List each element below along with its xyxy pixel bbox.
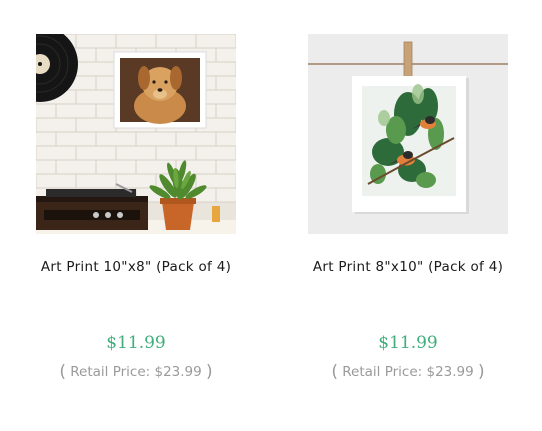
retail-price: ( Retail Price: $23.99 )	[16, 362, 256, 382]
retail-paren-close: )	[206, 362, 213, 382]
retail-price: ( Retail Price: $23.99 )	[288, 362, 528, 382]
product-price: $11.99	[378, 333, 438, 353]
product-price: $11.99	[106, 333, 166, 353]
product-title[interactable]: Art Print 10"x8" (Pack of 4)	[16, 259, 256, 275]
retail-paren-close: )	[478, 362, 485, 382]
retail-paren-open: (	[59, 362, 66, 382]
retail-price-label: Retail Price: $23.99	[70, 364, 202, 380]
product-title[interactable]: Art Print 8"x10" (Pack of 4)	[288, 259, 528, 275]
retail-paren-open: (	[331, 362, 338, 382]
retail-price-label: Retail Price: $23.99	[342, 364, 474, 380]
product-image-bird-print[interactable]	[308, 34, 508, 234]
product-image-dog-print[interactable]	[36, 34, 236, 234]
